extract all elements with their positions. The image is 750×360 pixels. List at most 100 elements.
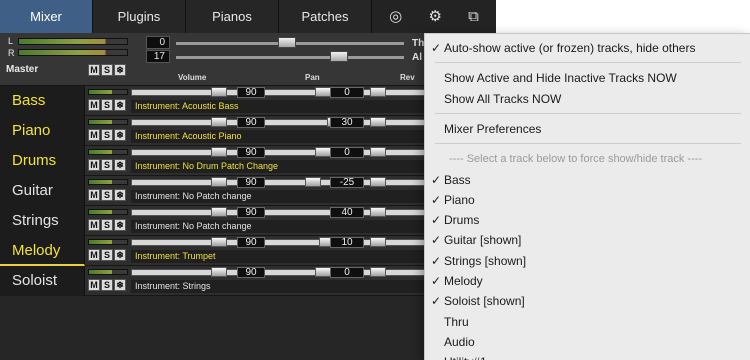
master-slider-bottom[interactable] xyxy=(176,56,404,59)
gear-icon[interactable]: ⚙ xyxy=(428,9,441,24)
track-name[interactable]: Melody xyxy=(0,236,85,266)
pan-slider-thumb[interactable] xyxy=(315,147,331,157)
track-name[interactable]: Strings xyxy=(0,206,85,236)
pan-slider-thumb[interactable] xyxy=(315,267,331,277)
pan-slider[interactable] xyxy=(264,119,382,126)
master-value-bottom[interactable]: 17 xyxy=(146,50,170,63)
menu-item[interactable]: ✓ Drums xyxy=(425,210,750,230)
master-mute-button[interactable]: M xyxy=(88,64,100,76)
pan-value[interactable]: 0 xyxy=(330,87,364,98)
volume-value[interactable]: 90 xyxy=(237,207,265,218)
volume-value[interactable]: 90 xyxy=(237,267,265,278)
volume-slider-thumb[interactable] xyxy=(211,267,227,277)
freeze-button[interactable]: ❄ xyxy=(114,219,126,231)
pan-value[interactable]: 0 xyxy=(330,267,364,278)
freeze-button[interactable]: ❄ xyxy=(114,129,126,141)
pan-value[interactable]: 10 xyxy=(330,237,364,248)
tab-mixer[interactable]: Mixer xyxy=(0,0,93,33)
volume-value[interactable]: 90 xyxy=(237,147,265,158)
menu-item[interactable]: ✓ Soloist [shown] xyxy=(425,291,750,311)
track-name[interactable]: Guitar xyxy=(0,176,85,206)
solo-button[interactable]: S xyxy=(101,219,113,231)
mute-button[interactable]: M xyxy=(88,279,100,291)
menu-item[interactable]: Utility#1 xyxy=(425,352,750,360)
reverb-slider-thumb[interactable] xyxy=(370,147,386,157)
popout-icon[interactable]: ⧉ xyxy=(468,9,479,24)
menu-item[interactable]: ✓ Guitar [shown] xyxy=(425,230,750,250)
reverb-slider-thumb[interactable] xyxy=(370,207,386,217)
menu-item[interactable]: ✓ Strings [shown] xyxy=(425,251,750,271)
track-row-melody[interactable]: Melody M S ❄ 90 10 Instrument: Trumpet xyxy=(0,236,496,266)
menu-item[interactable]: ✓ Bass xyxy=(425,170,750,190)
volume-value[interactable]: 90 xyxy=(237,237,265,248)
reverb-slider-thumb[interactable] xyxy=(370,267,386,277)
pan-value[interactable]: 30 xyxy=(330,117,364,128)
pan-slider-thumb[interactable] xyxy=(305,177,321,187)
track-row-guitar[interactable]: Guitar M S ❄ 90 -25 Instrument: No Patch chang… xyxy=(0,176,496,206)
master-solo-button[interactable]: S xyxy=(101,64,113,76)
master-value-top[interactable]: 0 xyxy=(146,36,170,49)
track-row-bass[interactable]: Bass M S ❄ 90 0 Instrument: Acoustic Bass xyxy=(0,86,496,116)
reverb-slider-thumb[interactable] xyxy=(370,87,386,97)
tab-patches[interactable]: Patches xyxy=(279,0,372,33)
freeze-button[interactable]: ❄ xyxy=(114,189,126,201)
master-knob-bottom[interactable] xyxy=(330,51,348,62)
pan-value[interactable]: 0 xyxy=(330,147,364,158)
volume-slider-thumb[interactable] xyxy=(211,177,227,187)
reverb-slider-thumb[interactable] xyxy=(370,117,386,127)
menu-item[interactable]: Show Active and Hide Inactive Tracks NOW xyxy=(425,68,750,88)
pan-value[interactable]: -25 xyxy=(330,177,364,188)
track-name[interactable]: Soloist xyxy=(0,266,85,296)
solo-button[interactable]: S xyxy=(101,129,113,141)
freeze-button[interactable]: ❄ xyxy=(114,99,126,111)
pan-slider[interactable] xyxy=(264,209,382,216)
checkmark-icon: ✓ xyxy=(431,274,442,288)
mute-button[interactable]: M xyxy=(88,249,100,261)
reverb-slider-thumb[interactable] xyxy=(370,237,386,247)
track-row-soloist[interactable]: Soloist M S ❄ 90 0 Instrument: Strings xyxy=(0,266,496,296)
track-row-drums[interactable]: Drums M S ❄ 90 0 Instrument: No Drum Patch Cha… xyxy=(0,146,496,176)
menu-item[interactable]: ✓ Auto-show active (or frozen) tracks, hi… xyxy=(425,38,750,58)
mute-button[interactable]: M xyxy=(88,189,100,201)
volume-value[interactable]: 90 xyxy=(237,87,265,98)
volume-slider-thumb[interactable] xyxy=(211,87,227,97)
track-name[interactable]: Drums xyxy=(0,146,85,176)
mute-button[interactable]: M xyxy=(88,129,100,141)
volume-slider-thumb[interactable] xyxy=(211,117,227,127)
menu-item[interactable]: Thru xyxy=(425,312,750,332)
track-row-strings[interactable]: Strings M S ❄ 90 40 Instrument: No Patch chang… xyxy=(0,206,496,236)
track-name[interactable]: Bass xyxy=(0,86,85,116)
pan-slider-thumb[interactable] xyxy=(315,87,331,97)
menu-item[interactable]: Show All Tracks NOW xyxy=(425,89,750,109)
volume-value[interactable]: 90 xyxy=(237,117,265,128)
menu-item[interactable]: Mixer Preferences xyxy=(425,119,750,139)
volume-slider-thumb[interactable] xyxy=(211,237,227,247)
volume-value[interactable]: 90 xyxy=(237,177,265,188)
solo-button[interactable]: S xyxy=(101,189,113,201)
pan-slider[interactable] xyxy=(264,179,382,186)
solo-button[interactable]: S xyxy=(101,249,113,261)
volume-slider-thumb[interactable] xyxy=(211,147,227,157)
freeze-button[interactable]: ❄ xyxy=(114,159,126,171)
solo-button[interactable]: S xyxy=(101,159,113,171)
tab-plugins[interactable]: Plugins xyxy=(93,0,186,33)
mute-button[interactable]: M xyxy=(88,219,100,231)
mute-button[interactable]: M xyxy=(88,159,100,171)
volume-slider-thumb[interactable] xyxy=(211,207,227,217)
master-freeze-button[interactable]: ❄ xyxy=(114,64,126,76)
mute-button[interactable]: M xyxy=(88,99,100,111)
pan-value[interactable]: 40 xyxy=(330,207,364,218)
menu-item[interactable]: ✓ Melody xyxy=(425,271,750,291)
reverb-slider-thumb[interactable] xyxy=(370,177,386,187)
menu-item[interactable]: Audio xyxy=(425,332,750,352)
menu-item[interactable]: ✓ Piano xyxy=(425,190,750,210)
solo-button[interactable]: S xyxy=(101,99,113,111)
freeze-button[interactable]: ❄ xyxy=(114,279,126,291)
solo-button[interactable]: S xyxy=(101,279,113,291)
eye-icon[interactable]: ◎ xyxy=(389,9,402,24)
track-row-piano[interactable]: Piano M S ❄ 90 30 Instrument: Acoustic Piano xyxy=(0,116,496,146)
master-knob-top[interactable] xyxy=(278,37,296,48)
tab-pianos[interactable]: Pianos xyxy=(186,0,279,33)
freeze-button[interactable]: ❄ xyxy=(114,249,126,261)
track-name[interactable]: Piano xyxy=(0,116,85,146)
